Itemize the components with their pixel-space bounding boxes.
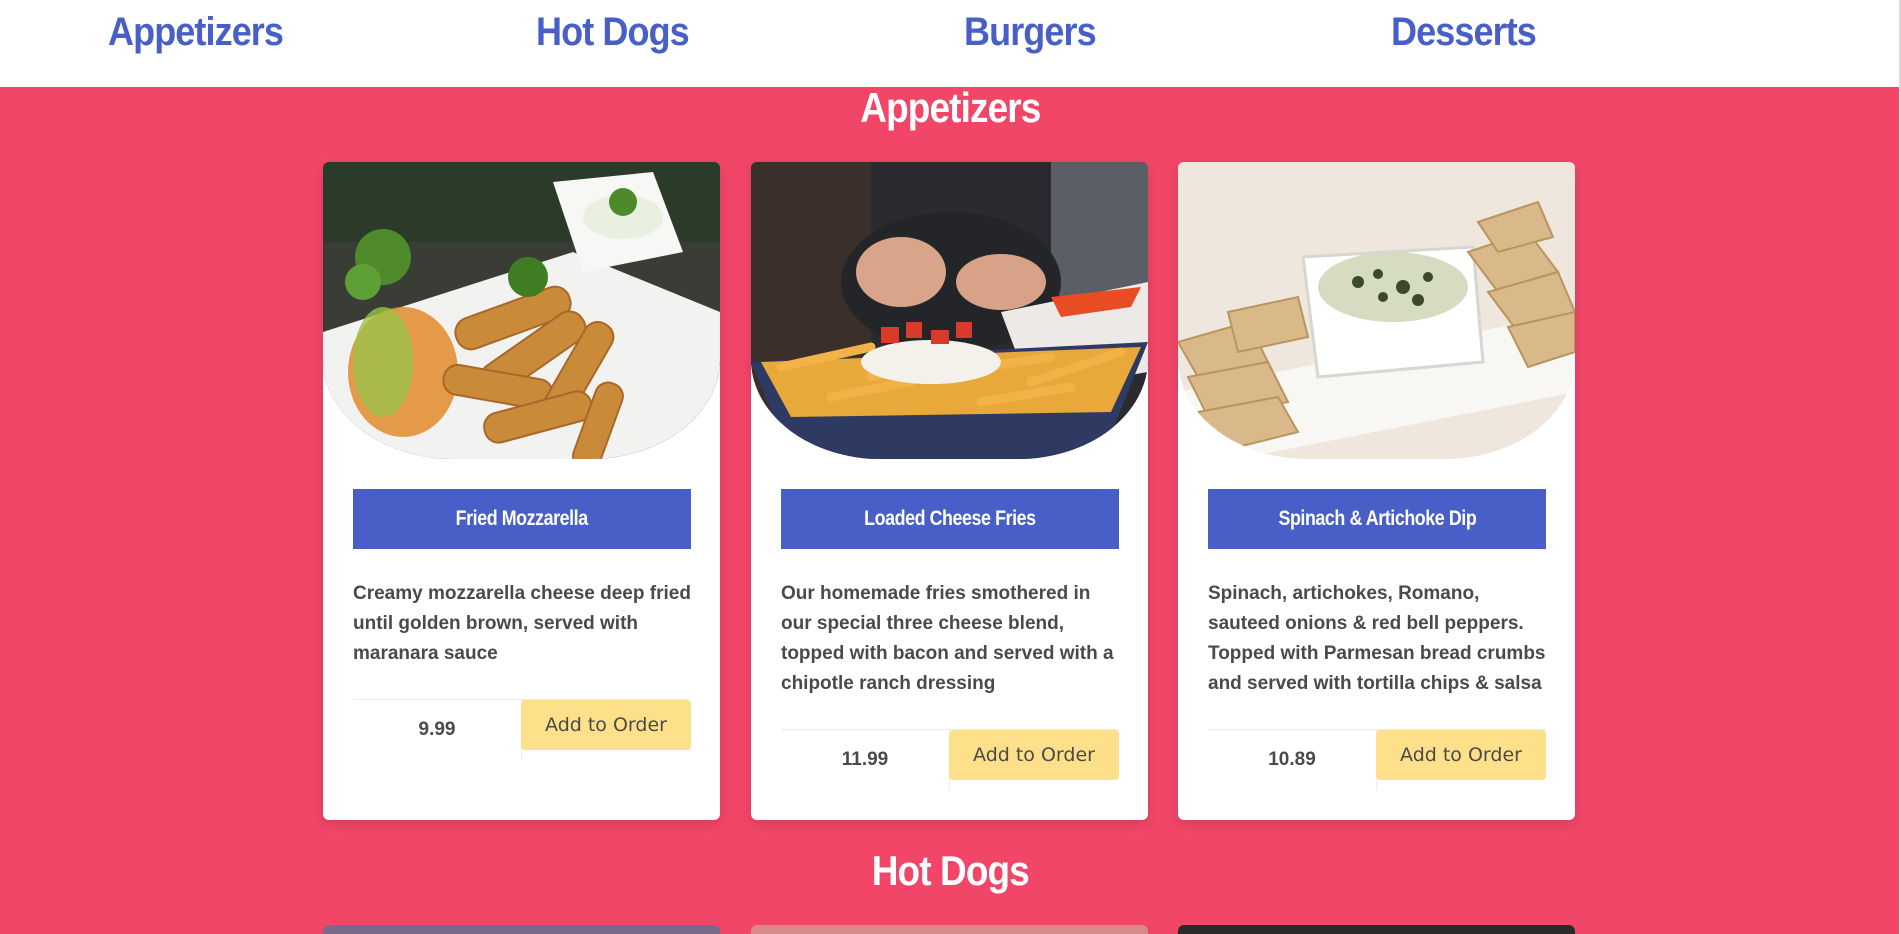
fried-mozzarella-image [323,162,720,459]
card-description: Spinach, artichokes, Romano, sauteed oni… [1208,583,1546,694]
hot-dog-image-peek [751,925,1148,934]
price: 10.89 [1268,749,1316,770]
menu-card: Loaded Cheese Fries Our homemade fries s… [751,162,1148,820]
hot-dog-image-peek [1178,925,1575,934]
loaded-cheese-fries-image [751,162,1148,459]
add-to-order-button[interactable]: Add to Order [521,700,691,750]
card-footer: 9.99 Add to Order [353,699,691,760]
top-nav: Appetizers Hot Dogs Burgers Desserts [0,0,1901,87]
add-to-order-button[interactable]: Add to Order [949,730,1119,780]
card-title: Spinach & Artichoke Dip [1208,489,1546,549]
nav-link-desserts[interactable]: Desserts [1391,10,1537,55]
section-title-appetizers: Appetizers [860,84,1041,131]
spinach-artichoke-dip-image [1178,162,1575,459]
card-title: Fried Mozzarella [353,489,691,549]
price: 11.99 [841,749,889,770]
card-description: Our homemade fries smothered in our spec… [781,583,1114,694]
section-title-hot-dogs: Hot Dogs [871,847,1030,894]
hot-dog-image-peek [323,925,720,934]
card-footer: 11.99 Add to Order [781,729,1119,790]
nav-link-burgers[interactable]: Burgers [964,10,1097,55]
price: 9.99 [418,719,456,740]
menu-card: Spinach & Artichoke Dip Spinach, articho… [1178,162,1575,820]
add-to-order-button[interactable]: Add to Order [1376,730,1546,780]
nav-link-hot-dogs[interactable]: Hot Dogs [536,10,690,55]
card-title: Loaded Cheese Fries [781,489,1119,549]
card-description: Creamy mozzarella cheese deep fried unti… [353,583,691,664]
card-footer: 10.89 Add to Order [1208,729,1546,790]
menu-card: Fried Mozzarella Creamy mozzarella chees… [323,162,720,820]
nav-link-appetizers[interactable]: Appetizers [108,10,284,55]
